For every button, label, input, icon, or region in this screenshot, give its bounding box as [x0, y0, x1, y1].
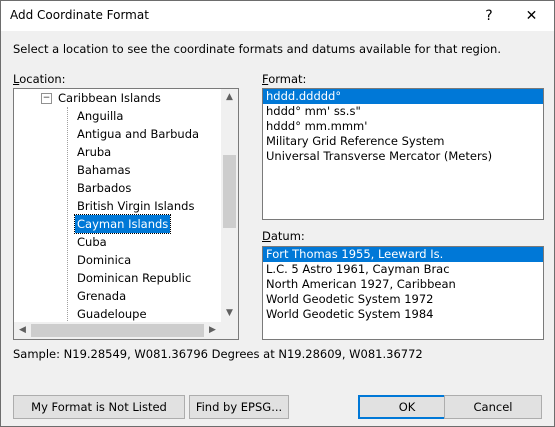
datum-label-rest: atum:: [270, 229, 305, 243]
datum-listbox[interactable]: Fort Thomas 1955, Leeward Is. L.C. 5 Astr…: [262, 246, 544, 340]
find-by-epsg-button[interactable]: Find by EPSG...: [189, 395, 289, 419]
tree-node-guadeloupe[interactable]: Guadeloupe: [75, 305, 149, 323]
tree-node-anguilla[interactable]: Anguilla: [75, 107, 125, 125]
format-label: Format:: [262, 72, 306, 86]
format-list-item[interactable]: Military Grid Reference System: [263, 134, 543, 149]
tree-node-dominican-republic[interactable]: Dominican Republic: [75, 269, 193, 287]
tree-node-cuba[interactable]: Cuba: [75, 233, 109, 251]
format-list-item[interactable]: hddd.ddddd°: [263, 89, 543, 104]
tree-horizontal-scrollbar[interactable]: ◀ ▶: [14, 322, 221, 339]
dialog-body: Select a location to see the coordinate …: [1, 31, 554, 426]
help-icon: ?: [485, 8, 493, 24]
title-bar: Add Coordinate Format ? ✕: [1, 1, 554, 31]
scroll-corner: [221, 322, 238, 339]
cancel-button[interactable]: Cancel: [444, 395, 542, 419]
format-listbox[interactable]: hddd.ddddd° hddd° mm' ss.s" hddd° mm.mmm' M…: [262, 88, 544, 220]
tree-node-antigua-and-barbuda[interactable]: Antigua and Barbuda: [75, 125, 201, 143]
datum-list-item[interactable]: Fort Thomas 1955, Leeward Is.: [263, 247, 543, 262]
scroll-down-icon[interactable]: ▼: [221, 305, 238, 322]
datum-label-mnemonic: D: [262, 229, 271, 243]
format-label-rest: ormat:: [268, 72, 307, 86]
tree-vertical-scrollbar[interactable]: ▲ ▼: [221, 89, 238, 322]
location-tree[interactable]: − Caribbean Islands Anguilla Antigua and …: [13, 88, 239, 340]
tree-node-caribbean-islands[interactable]: Caribbean Islands: [58, 89, 161, 107]
datum-label: Datum:: [262, 229, 305, 243]
help-button[interactable]: ?: [469, 1, 509, 31]
tree-node-grenada[interactable]: Grenada: [75, 287, 128, 305]
dialog-title: Add Coordinate Format: [10, 8, 149, 22]
format-not-listed-button[interactable]: My Format is Not Listed: [13, 395, 185, 419]
format-list-item[interactable]: Universal Transverse Mercator (Meters): [263, 149, 543, 164]
tree-node-barbados[interactable]: Barbados: [75, 179, 133, 197]
collapse-icon[interactable]: −: [41, 93, 52, 104]
scroll-left-icon[interactable]: ◀: [14, 322, 31, 339]
tree-node-british-virgin-islands[interactable]: British Virgin Islands: [75, 197, 196, 215]
tree-vertical-scroll-thumb[interactable]: [223, 155, 236, 228]
tree-node-cayman-islands[interactable]: Cayman Islands: [73, 214, 172, 234]
tree-node-dominica[interactable]: Dominica: [75, 251, 133, 269]
format-list-item[interactable]: hddd° mm.mmm': [263, 119, 543, 134]
dialog-window: Add Coordinate Format ? ✕ Select a locat…: [0, 0, 555, 427]
sample-text: Sample: N19.28549, W081.36796 Degrees at…: [13, 347, 423, 361]
datum-list-item[interactable]: L.C. 5 Astro 1961, Cayman Brac: [263, 262, 543, 277]
location-label: Location:: [13, 72, 66, 86]
ok-button[interactable]: OK: [358, 395, 456, 419]
tree-guide-line: [67, 107, 68, 337]
scroll-up-icon[interactable]: ▲: [221, 89, 238, 106]
format-list-item[interactable]: hddd° mm' ss.s": [263, 104, 543, 119]
datum-list-item[interactable]: World Geodetic System 1984: [263, 307, 543, 322]
tree-node-bahamas[interactable]: Bahamas: [75, 161, 133, 179]
tree-node-aruba[interactable]: Aruba: [75, 143, 113, 161]
instructions-text: Select a location to see the coordinate …: [13, 42, 502, 56]
close-icon: ✕: [525, 8, 538, 24]
datum-list-item[interactable]: World Geodetic System 1972: [263, 292, 543, 307]
datum-list-item[interactable]: North American 1927, Caribbean: [263, 277, 543, 292]
scroll-right-icon[interactable]: ▶: [204, 322, 221, 339]
tree-horizontal-scroll-thumb[interactable]: [31, 324, 204, 337]
location-label-rest: ocation:: [19, 72, 66, 86]
close-button[interactable]: ✕: [509, 1, 554, 31]
